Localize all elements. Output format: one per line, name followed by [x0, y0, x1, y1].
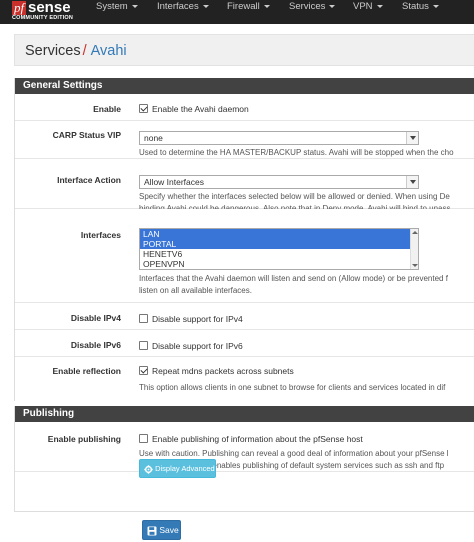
reflection-checkbox[interactable]: [139, 366, 148, 376]
interface-action-select[interactable]: Allow Interfaces: [139, 175, 419, 189]
reflection-field: Repeat mdns packets across subnets: [139, 365, 294, 376]
interface-action-label: Interface Action: [57, 175, 121, 185]
disable-ipv6-field: Disable support for IPv6: [139, 340, 243, 351]
nav-system-label: System: [96, 1, 128, 12]
carp-help: Used to determine the HA MASTER/BACKUP s…: [139, 148, 454, 157]
carp-select[interactable]: none: [139, 131, 419, 145]
enable-publishing-text: Enable publishing of information about t…: [152, 433, 363, 444]
interface-action-select-value: Allow Interfaces: [144, 177, 204, 187]
nav-vpn[interactable]: VPN: [353, 0, 383, 24]
interfaces-help-line-1: Interfaces that the Avahi daemon will li…: [139, 274, 448, 283]
interfaces-scrollbar[interactable]: [410, 229, 418, 269]
enable-publishing-row: Enable publishing Enable publishing of i…: [15, 422, 474, 472]
chevron-down-icon: [376, 4, 383, 8]
disable-ipv6-text: Disable support for IPv6: [152, 340, 243, 351]
disable-ipv4-field: Disable support for IPv4: [139, 313, 243, 324]
disable-ipv4-label: Disable IPv4: [70, 313, 121, 323]
chevron-down-icon: [263, 4, 270, 8]
nav-services-label: Services: [289, 1, 326, 12]
interfaces-row: Interfaces LAN PORTAL HENETV6 OPENVPN In…: [15, 209, 474, 303]
logo-edition-text: COMMUNITY EDITION: [12, 15, 74, 21]
chevron-down-icon: [406, 176, 418, 188]
interfaces-help-line-2: listen on all available interfaces.: [139, 286, 252, 295]
nav-system[interactable]: System: [96, 0, 138, 24]
interfaces-option-lan[interactable]: LAN: [140, 229, 418, 239]
chevron-down-icon: [202, 4, 209, 8]
reflection-text: Repeat mdns packets across subnets: [152, 365, 294, 376]
scroll-down-icon: [412, 264, 418, 267]
logo-sense-text: sense: [28, 0, 71, 16]
interfaces-option-henetv6[interactable]: HENETV6: [140, 249, 418, 259]
nav-status[interactable]: Status: [402, 0, 439, 24]
publishing-panel: Publishing Enable publishing Enable publ…: [14, 406, 474, 512]
breadcrumb-services-link[interactable]: Services: [25, 43, 81, 59]
gear-icon: [144, 464, 153, 474]
interfaces-option-openvpn[interactable]: OPENVPN: [140, 259, 418, 269]
nav-firewall-label: Firewall: [227, 1, 260, 12]
scroll-up-icon: [412, 231, 418, 234]
pfsense-logo[interactable]: pf sense COMMUNITY EDITION: [11, 0, 77, 23]
enable-checkbox[interactable]: [139, 104, 148, 114]
reflection-label: Enable reflection: [52, 366, 122, 376]
display-advanced-button[interactable]: Display Advanced: [139, 459, 216, 478]
save-label: Save: [159, 525, 179, 535]
interfaces-option-portal[interactable]: PORTAL: [140, 239, 418, 249]
breadcrumb-avahi-link[interactable]: Avahi: [91, 43, 127, 59]
nav-interfaces-label: Interfaces: [157, 1, 199, 12]
top-navbar: pf sense COMMUNITY EDITION System Interf…: [0, 0, 474, 24]
interfaces-listbox[interactable]: LAN PORTAL HENETV6 OPENVPN: [139, 228, 419, 270]
display-advanced-label: Display Advanced: [155, 464, 215, 473]
nav-firewall[interactable]: Firewall: [227, 0, 270, 24]
interfaces-label: Interfaces: [80, 230, 121, 240]
breadcrumb: Services / Avahi: [14, 34, 474, 66]
breadcrumb-separator: /: [82, 43, 87, 59]
interface-action-row: Interface Action Allow Interfaces Specif…: [15, 159, 474, 213]
reflection-row: Enable reflection Repeat mdns packets ac…: [15, 357, 474, 401]
logo-pf-text: pf: [12, 0, 27, 15]
chevron-down-icon: [432, 4, 439, 8]
carp-label: CARP Status VIP: [52, 130, 121, 140]
disable-ipv6-checkbox[interactable]: [139, 341, 148, 351]
general-settings-panel: General Settings Enable Enable the Avahi…: [14, 78, 474, 401]
reflection-help: This option allows clients in one subnet…: [139, 383, 446, 392]
disable-ipv4-text: Disable support for IPv4: [152, 313, 243, 324]
chevron-down-icon: [131, 4, 138, 8]
publishing-heading: Publishing: [15, 406, 474, 422]
enable-publishing-field: Enable publishing of information about t…: [139, 433, 363, 444]
interface-action-help-line-1: Specify whether the interfaces selected …: [139, 192, 450, 201]
enable-field: Enable the Avahi daemon: [139, 103, 249, 114]
chevron-down-icon: [406, 132, 418, 144]
enable-row: Enable Enable the Avahi daemon: [15, 94, 474, 121]
nav-interfaces[interactable]: Interfaces: [157, 0, 209, 24]
save-button[interactable]: Save: [142, 520, 181, 540]
nav-services[interactable]: Services: [289, 0, 336, 24]
enable-publishing-label: Enable publishing: [47, 434, 121, 444]
disable-ipv4-checkbox[interactable]: [139, 314, 148, 324]
chevron-down-icon: [329, 4, 336, 8]
disable-ipv6-row: Disable IPv6 Disable support for IPv6: [15, 330, 474, 357]
enable-label: Enable: [93, 104, 121, 114]
nav-status-label: Status: [402, 1, 429, 12]
disable-ipv4-row: Disable IPv4 Disable support for IPv4: [15, 303, 474, 330]
carp-row: CARP Status VIP none Used to determine t…: [15, 121, 474, 159]
floppy-disk-icon: [147, 526, 157, 536]
disable-ipv6-label: Disable IPv6: [70, 340, 121, 350]
enable-publishing-checkbox[interactable]: [139, 434, 148, 444]
enable-text: Enable the Avahi daemon: [152, 103, 249, 114]
carp-select-value: none: [144, 133, 163, 143]
general-settings-heading: General Settings: [15, 78, 474, 94]
interfaces-help: Interfaces that the Avahi daemon will li…: [139, 273, 448, 297]
nav-vpn-label: VPN: [353, 1, 373, 12]
